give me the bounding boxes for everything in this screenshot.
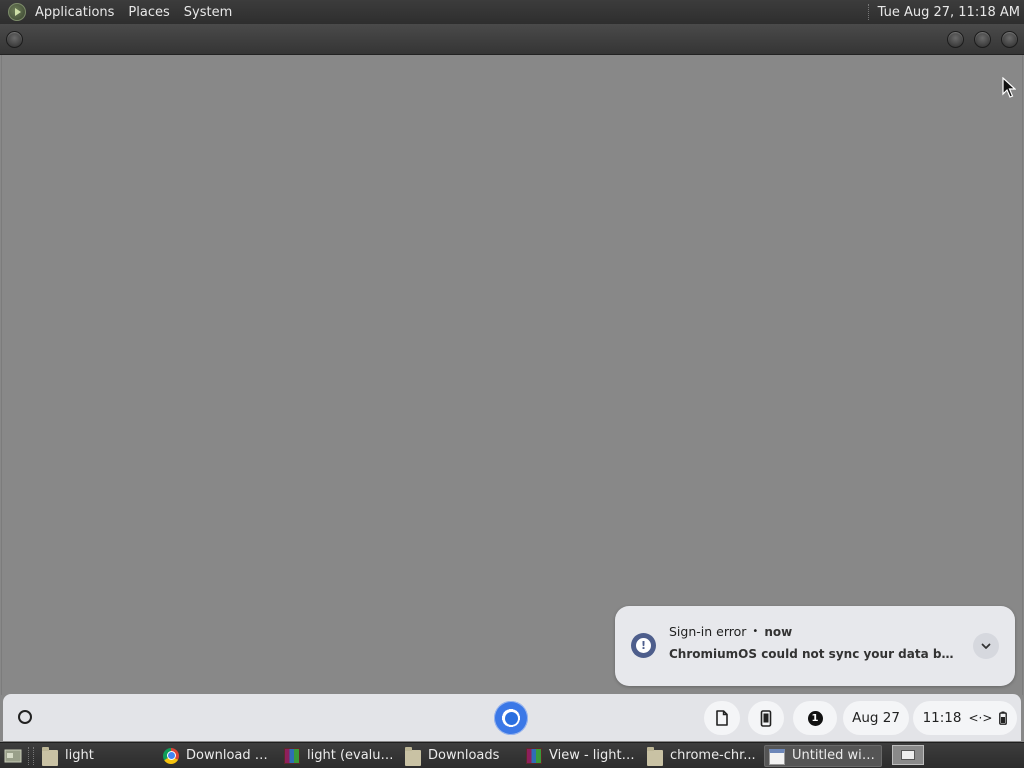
- show-desktop-button[interactable]: [2, 745, 24, 767]
- menu-system[interactable]: System: [177, 5, 239, 20]
- window-list-panel: light Download h... light (evalua... Dow…: [0, 742, 1024, 768]
- task-button-light[interactable]: light: [38, 745, 156, 767]
- distro-logo-icon[interactable]: [8, 3, 26, 21]
- holding-space-button[interactable]: [704, 701, 740, 735]
- folder-icon: [42, 746, 58, 766]
- file-icon: [716, 710, 728, 726]
- notification-title: Sign-in error: [669, 624, 747, 639]
- task-label: Downloads: [428, 748, 500, 763]
- task-label: light: [65, 748, 94, 763]
- close-button[interactable]: [1001, 31, 1018, 48]
- notification-message: ChromiumOS could not sync your data beca…: [669, 647, 959, 661]
- notification-header: Sign-in error • now: [669, 624, 792, 639]
- panel-handle[interactable]: [28, 746, 34, 765]
- task-button-light-evaluation[interactable]: light (evalua...: [280, 745, 398, 767]
- battery-icon: [999, 711, 1008, 725]
- phone-icon: [760, 709, 772, 727]
- alert-icon: !: [631, 633, 656, 658]
- chromium-app-icon[interactable]: [494, 701, 528, 735]
- minimize-button[interactable]: [947, 31, 964, 48]
- notification-separator: •: [752, 626, 759, 637]
- panel-separator: [867, 4, 870, 20]
- phone-hub-button[interactable]: [748, 701, 784, 735]
- archive-icon: [284, 747, 300, 764]
- shelf-date: Aug 27: [852, 710, 900, 726]
- panel-clock[interactable]: Tue Aug 27, 11:18 AM: [878, 5, 1024, 20]
- maximize-button[interactable]: [974, 31, 991, 48]
- task-label: chrome-chr...: [670, 748, 756, 763]
- window-menu-button[interactable]: [6, 31, 23, 48]
- task-button-download[interactable]: Download h...: [159, 745, 277, 767]
- task-button-untitled-window[interactable]: Untitled win...: [764, 744, 882, 767]
- notification-time: now: [764, 624, 793, 639]
- top-panel: Applications Places System Tue Aug 27, 1…: [0, 0, 1024, 24]
- task-button-chrome-folder[interactable]: chrome-chr...: [643, 745, 761, 767]
- network-icon: <·>: [968, 711, 993, 725]
- folder-icon: [647, 746, 663, 766]
- date-tray-button[interactable]: Aug 27: [843, 701, 909, 735]
- task-label: Download h...: [186, 748, 273, 763]
- notification-count-badge: 1: [807, 710, 823, 726]
- chevron-down-icon: [981, 643, 991, 649]
- launcher-button[interactable]: [15, 707, 35, 727]
- task-label: View - light....: [549, 748, 636, 763]
- shelf-time: 11:18: [922, 710, 962, 726]
- menu-places[interactable]: Places: [121, 5, 176, 20]
- workspace-window-icon: [901, 750, 915, 760]
- archive-icon: [526, 747, 542, 764]
- menu-applications[interactable]: Applications: [28, 5, 121, 20]
- main-menu: Applications Places System: [0, 0, 239, 24]
- chromeos-desktop-area[interactable]: [1, 55, 1023, 695]
- folder-icon: [405, 746, 421, 766]
- notification-center-button[interactable]: 1: [793, 701, 837, 735]
- mouse-cursor-icon: [1002, 77, 1016, 98]
- expand-notification-button[interactable]: [973, 633, 999, 659]
- launcher-icon: [18, 710, 32, 724]
- task-button-view-light[interactable]: View - light....: [522, 745, 640, 767]
- chrome-icon: [163, 747, 179, 764]
- chromeos-shelf: 1 Aug 27 11:18 <·>: [3, 694, 1021, 741]
- task-button-downloads[interactable]: Downloads: [401, 745, 519, 767]
- system-tray-button[interactable]: 11:18 <·>: [913, 701, 1017, 735]
- task-label: light (evalua...: [307, 748, 394, 763]
- workspace-switcher[interactable]: [892, 745, 924, 765]
- window-titlebar[interactable]: [0, 24, 1024, 55]
- desktop-icon: [4, 749, 22, 762]
- task-label: Untitled win...: [792, 748, 877, 763]
- sign-in-error-notification[interactable]: ! Sign-in error • now ChromiumOS could n…: [615, 606, 1015, 686]
- window-icon: [769, 748, 785, 765]
